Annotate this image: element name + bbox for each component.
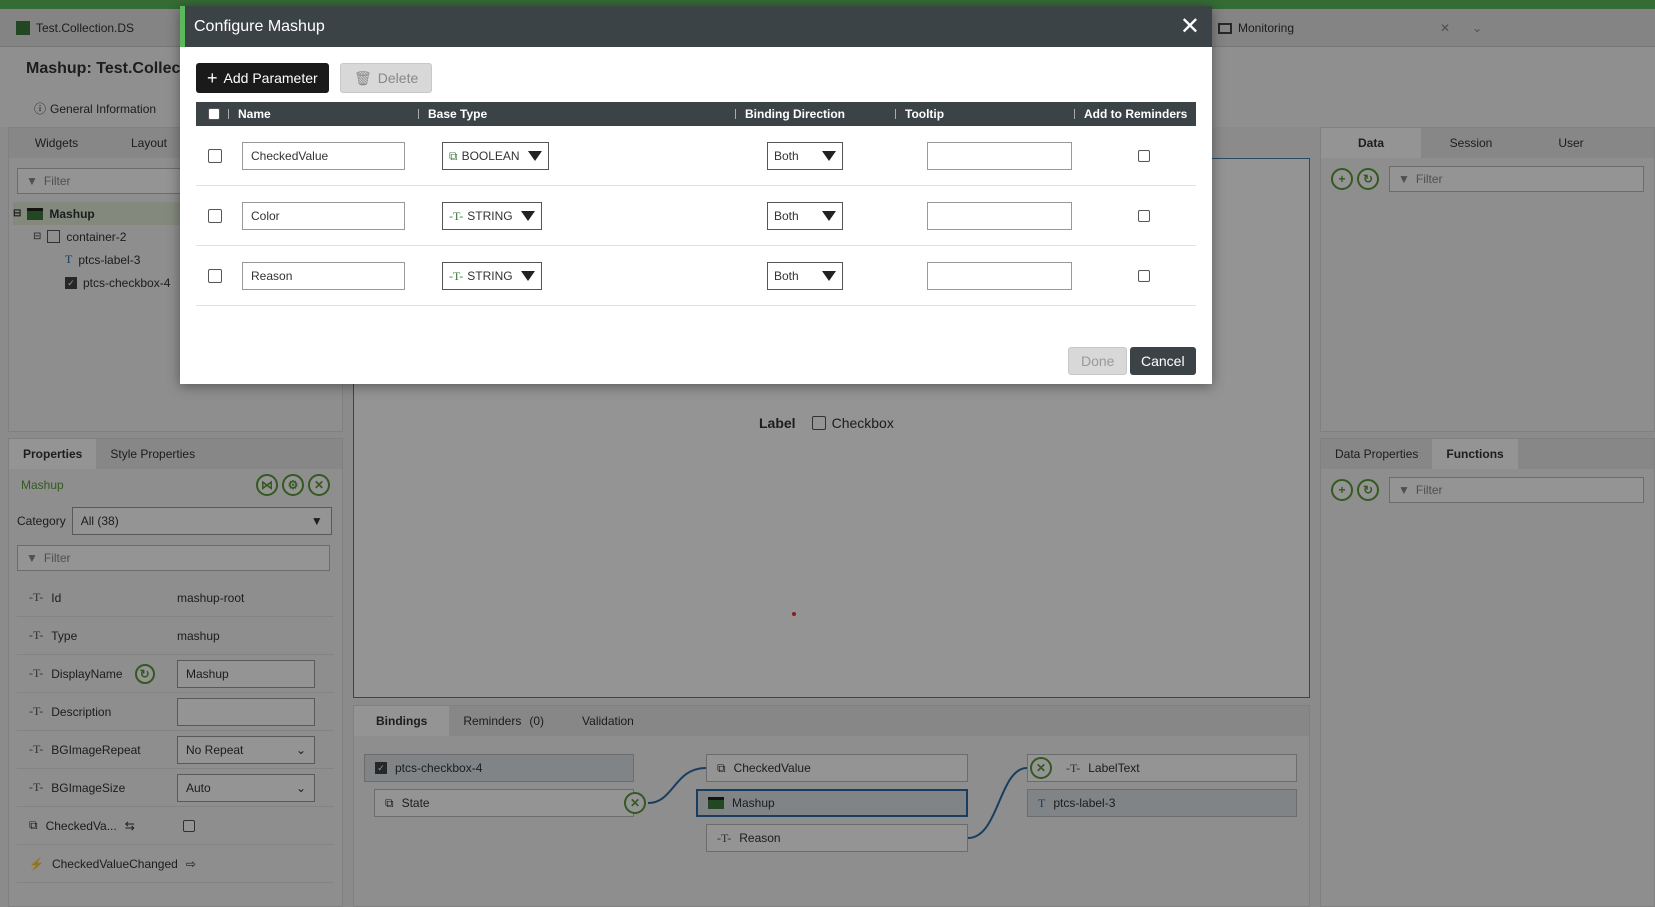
add-parameter-label: Add Parameter xyxy=(223,70,318,86)
column-header-base-type: Base Type xyxy=(428,107,488,121)
parameter-name-value: CheckedValue xyxy=(251,149,329,163)
binding-direction-select[interactable]: Both xyxy=(767,262,843,290)
tooltip-input[interactable] xyxy=(927,142,1072,170)
column-header-tooltip: Tooltip xyxy=(905,107,945,121)
plus-icon: + xyxy=(207,67,218,88)
parameter-name-input[interactable]: CheckedValue xyxy=(242,142,405,170)
column-header-add-to-reminders: Add to Reminders xyxy=(1084,107,1188,121)
parameter-name-value: Color xyxy=(251,209,280,223)
delete-label: Delete xyxy=(377,70,419,86)
delete-button[interactable]: 🗑 Delete xyxy=(340,63,433,93)
add-to-reminders-checkbox[interactable] xyxy=(1138,150,1150,162)
string-type-icon: -T- xyxy=(449,208,464,223)
base-type-select[interactable]: ⧉ BOOLEAN xyxy=(442,142,549,170)
base-type-value: STRING xyxy=(467,209,513,223)
column-separator xyxy=(418,109,419,119)
dropdown-arrow-icon xyxy=(527,151,542,161)
row-select-checkbox[interactable] xyxy=(208,209,222,223)
base-type-select[interactable]: -T- STRING xyxy=(442,262,542,290)
column-header-binding-direction: Binding Direction xyxy=(745,107,845,121)
base-type-value: STRING xyxy=(467,269,513,283)
boolean-type-icon: ⧉ xyxy=(449,148,458,163)
column-separator xyxy=(735,109,736,119)
add-to-reminders-checkbox[interactable] xyxy=(1138,270,1150,282)
column-header-name: Name xyxy=(238,107,271,121)
parameters-grid-header: Name Base Type Binding Direction Tooltip… xyxy=(196,102,1196,126)
binding-direction-value: Both xyxy=(774,149,799,163)
dropdown-arrow-icon xyxy=(822,211,836,221)
row-select-checkbox[interactable] xyxy=(208,149,222,163)
done-button[interactable]: Done xyxy=(1068,347,1128,375)
dropdown-arrow-icon xyxy=(520,271,535,281)
tooltip-input[interactable] xyxy=(927,262,1072,290)
column-separator xyxy=(895,109,896,119)
base-type-value: BOOLEAN xyxy=(461,149,520,163)
add-parameter-button[interactable]: + Add Parameter xyxy=(196,63,329,93)
dropdown-arrow-icon xyxy=(520,211,535,221)
select-all-checkbox[interactable] xyxy=(208,108,220,120)
binding-direction-value: Both xyxy=(774,269,799,283)
parameter-name-input[interactable]: Reason xyxy=(242,262,405,290)
parameter-name-input[interactable]: Color xyxy=(242,202,405,230)
dialog-title: Configure Mashup xyxy=(194,17,325,35)
tooltip-input[interactable] xyxy=(927,202,1072,230)
close-icon[interactable]: ✕ xyxy=(1180,12,1200,41)
string-type-icon: -T- xyxy=(449,268,464,283)
configure-mashup-dialog: Configure Mashup ✕ + Add Parameter 🗑 Del… xyxy=(180,6,1212,384)
column-separator xyxy=(228,109,229,119)
cancel-button[interactable]: Cancel xyxy=(1130,347,1196,375)
base-type-select[interactable]: -T- STRING xyxy=(442,202,542,230)
parameter-row: CheckedValue ⧉ BOOLEAN Both xyxy=(196,126,1196,186)
column-separator xyxy=(1074,109,1075,119)
binding-direction-select[interactable]: Both xyxy=(767,142,843,170)
dropdown-arrow-icon xyxy=(822,271,836,281)
trash-icon: 🗑 xyxy=(354,69,372,86)
dropdown-arrow-icon xyxy=(822,151,836,161)
binding-direction-select[interactable]: Both xyxy=(767,202,843,230)
add-to-reminders-checkbox[interactable] xyxy=(1138,210,1150,222)
parameter-row: Reason -T- STRING Both xyxy=(196,246,1196,306)
parameter-name-value: Reason xyxy=(251,269,293,283)
row-select-checkbox[interactable] xyxy=(208,269,222,283)
dialog-header: Configure Mashup ✕ xyxy=(180,6,1212,47)
parameter-row: Color -T- STRING Both xyxy=(196,186,1196,246)
binding-direction-value: Both xyxy=(774,209,799,223)
